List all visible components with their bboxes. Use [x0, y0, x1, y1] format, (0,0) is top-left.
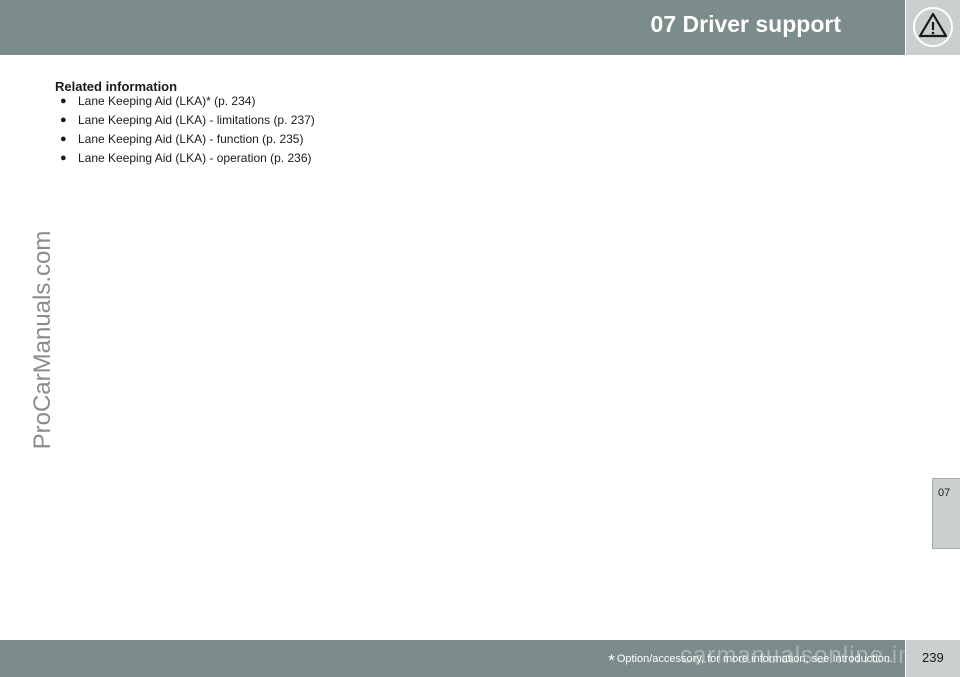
asterisk-symbol: * — [608, 651, 615, 670]
related-link-text: Lane Keeping Aid (LKA) - function (p. 23… — [78, 132, 304, 146]
related-link[interactable]: ● Lane Keeping Aid (LKA) - limitations (p… — [55, 113, 320, 128]
page-number-box: 239 — [906, 640, 960, 677]
related-links-list: ● Lane Keeping Aid (LKA)* (p. 234) ● Lane … — [55, 94, 345, 166]
page-number: 239 — [922, 650, 944, 665]
bullet-icon: ● — [60, 114, 67, 126]
chapter-tab-label: 07 — [938, 487, 951, 499]
chapter-title: 07 Driver support — [650, 11, 841, 37]
related-link[interactable]: ● Lane Keeping Aid (LKA)* (p. 234) — [55, 94, 320, 109]
related-link-text: Lane Keeping Aid (LKA) - operation (p. 2… — [78, 151, 312, 165]
footer-watermark: carmanualsonline.info — [680, 642, 935, 669]
chapter-icon-box — [906, 0, 960, 55]
warning-triangle-icon — [913, 7, 953, 47]
side-watermark: ProCarManuals.com — [29, 230, 56, 450]
related-link[interactable]: ● Lane Keeping Aid (LKA) - operation (p. … — [55, 151, 320, 166]
related-link-text: Lane Keeping Aid (LKA) - limitations (p.… — [78, 113, 315, 127]
related-information-section: Related information ● Lane Keeping Aid (L… — [55, 79, 345, 170]
bullet-icon: ● — [60, 133, 67, 145]
bullet-icon: ● — [60, 95, 67, 107]
chapter-header: 07 Driver support — [0, 0, 905, 55]
chapter-tab[interactable]: 07 — [932, 478, 960, 549]
related-link-text: Lane Keeping Aid (LKA)* (p. 234) — [78, 94, 256, 108]
section-title: Related information — [55, 79, 178, 94]
related-link[interactable]: ● Lane Keeping Aid (LKA) - function (p. 2… — [55, 132, 320, 147]
bullet-icon: ● — [60, 152, 67, 164]
